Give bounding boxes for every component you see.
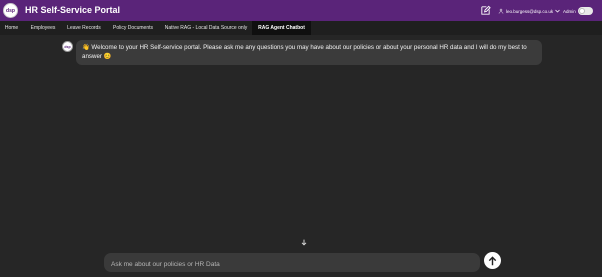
chat-input[interactable]	[104, 255, 480, 274]
tab-rag-agent-chatbot[interactable]: RAG Agent Chatbot	[252, 21, 311, 35]
user-menu[interactable]: leo.burgess@dsp.co.uk	[498, 6, 560, 16]
admin-label: Admin	[563, 8, 576, 14]
user-email: leo.burgess@dsp.co.uk	[506, 8, 554, 14]
nav-bar: Home Employees Leave Records Policy Docu…	[0, 21, 602, 35]
chat-input-container	[104, 253, 480, 274]
chevron-down-icon	[555, 9, 560, 13]
app-title: HR Self-Service Portal	[25, 5, 121, 15]
bot-avatar: dsp	[62, 41, 73, 52]
arrow-up-icon	[488, 255, 497, 265]
admin-toggle[interactable]	[577, 7, 593, 15]
app-header: dsp HR Self-Service Portal leo.burgess@d…	[0, 0, 602, 21]
logo[interactable]: dsp	[3, 3, 18, 18]
toggle-knob	[578, 8, 585, 14]
scroll-down-button[interactable]	[299, 237, 309, 247]
user-icon	[498, 8, 504, 14]
tab-employees[interactable]: Employees	[25, 21, 61, 35]
tab-policy-documents[interactable]: Policy Documents	[107, 21, 159, 35]
welcome-message: 👋 Welcome to your HR Self-service portal…	[76, 40, 542, 65]
tab-native-rag[interactable]: Native RAG - Local Data Source only	[162, 21, 250, 35]
edit-icon[interactable]	[480, 5, 491, 16]
admin-toggle-area: Admin	[563, 6, 593, 16]
send-button[interactable]	[484, 252, 501, 269]
tab-leave-records[interactable]: Leave Records	[63, 21, 105, 35]
tab-home[interactable]: Home	[0, 21, 23, 35]
arrow-down-icon	[301, 239, 307, 245]
